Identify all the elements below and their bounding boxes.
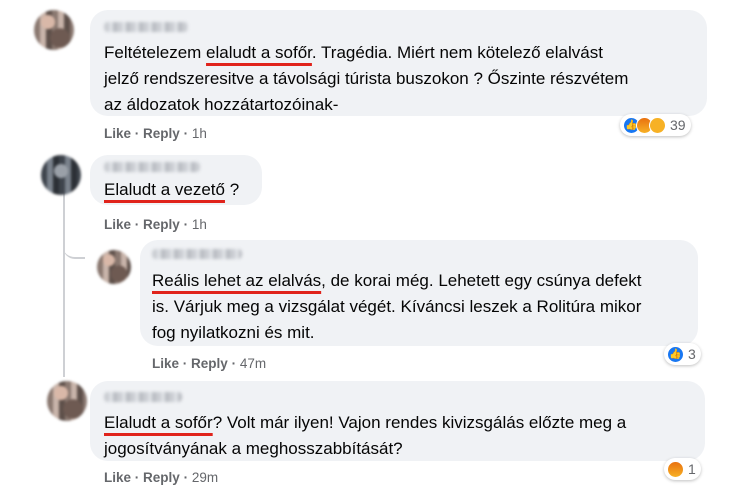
comment-actions: Like · Reply · 1h <box>104 126 207 141</box>
avatar[interactable] <box>34 10 74 50</box>
comment-author-name[interactable] <box>104 392 182 402</box>
angry-reaction-icon <box>667 460 684 478</box>
reply-button[interactable]: Reply <box>191 356 228 371</box>
like-button[interactable]: Like <box>152 356 179 371</box>
like-button[interactable]: Like <box>104 126 131 141</box>
comment-text: Reális lehet az elalvás, de korai még. L… <box>152 268 692 346</box>
comment-timestamp[interactable]: 1h <box>192 217 207 232</box>
reaction-count: 39 <box>670 117 686 133</box>
like-button[interactable]: Like <box>104 470 131 485</box>
like-button[interactable]: Like <box>104 217 131 232</box>
separator: · <box>183 470 189 485</box>
comment-text: Feltételezem elaludt a sofőr. Tragédia. … <box>104 40 699 118</box>
comment-author-name[interactable] <box>104 22 188 32</box>
reply-button[interactable]: Reply <box>143 217 180 232</box>
comment-text-before: Feltételezem <box>104 43 207 62</box>
reply-button[interactable]: Reply <box>143 470 180 485</box>
separator: · <box>183 126 189 141</box>
reply-button[interactable]: Reply <box>143 126 180 141</box>
comment-text-underlined: elaludt a sofőr <box>206 43 312 62</box>
comment-author-name[interactable] <box>152 249 242 259</box>
reaction-count: 3 <box>688 346 696 362</box>
thread-line <box>63 172 65 377</box>
comment-text-after: ? <box>224 180 240 199</box>
comment-timestamp[interactable]: 1h <box>192 126 207 141</box>
comment-text-underlined: Reális lehet az elalvás <box>152 271 322 290</box>
separator: · <box>134 217 140 232</box>
comment-actions: Like · Reply · 1h <box>104 217 207 232</box>
separator: · <box>134 126 140 141</box>
reaction-summary[interactable]: 1 <box>664 458 701 480</box>
separator: · <box>231 356 237 371</box>
comment-text: Elaludt a sofőr? Volt már ilyen! Vajon r… <box>104 410 699 462</box>
thread-connector <box>63 215 85 259</box>
separator: · <box>134 470 140 485</box>
comment-author-name[interactable] <box>104 162 200 172</box>
avatar[interactable] <box>41 155 81 195</box>
comment-timestamp[interactable]: 29m <box>192 470 218 485</box>
comment-actions: Like · Reply · 47m <box>152 356 266 371</box>
avatar[interactable] <box>97 250 131 284</box>
reaction-summary[interactable]: 👍 39 <box>620 114 691 136</box>
reaction-summary[interactable]: 👍 3 <box>664 343 701 365</box>
comment-text-underlined: Elaludt a sofőr <box>104 413 213 432</box>
reaction-count: 1 <box>688 461 696 477</box>
sad-reaction-icon <box>649 116 666 134</box>
comment-text: Elaludt a vezető ? <box>104 177 239 203</box>
separator: · <box>182 356 188 371</box>
comment-timestamp[interactable]: 47m <box>240 356 266 371</box>
comment-actions: Like · Reply · 29m <box>104 470 218 485</box>
avatar[interactable] <box>47 381 87 421</box>
like-reaction-icon: 👍 <box>667 345 684 363</box>
separator: · <box>183 217 189 232</box>
comment-text-underlined: Elaludt a vezető <box>104 180 225 199</box>
